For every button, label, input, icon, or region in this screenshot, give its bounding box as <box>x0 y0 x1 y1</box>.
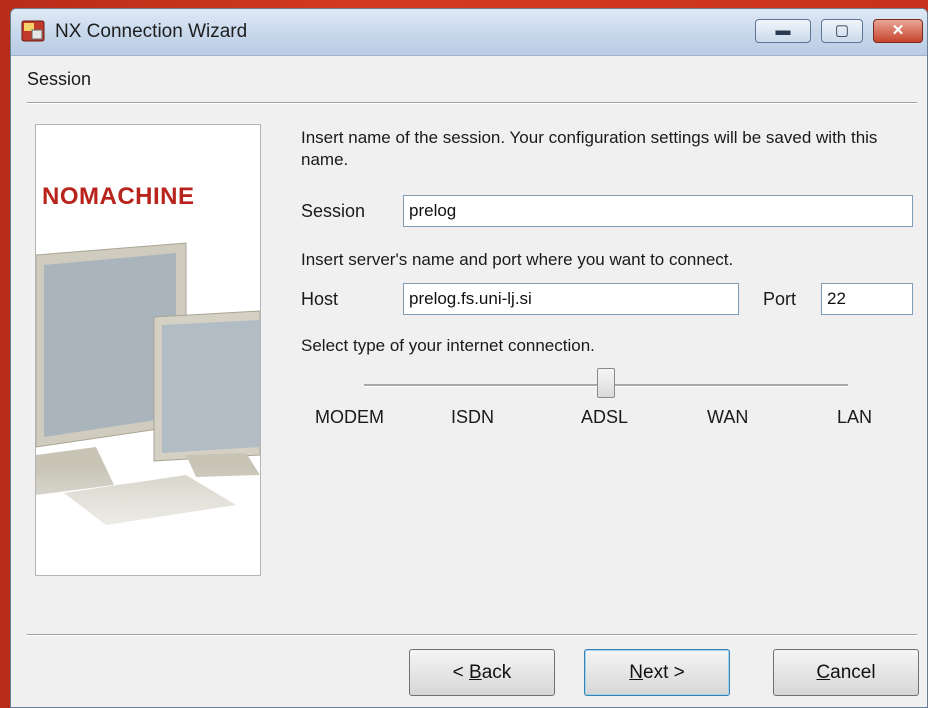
minimize-icon: ▬ <box>775 22 791 39</box>
port-input[interactable] <box>821 283 913 315</box>
next-mnemonic: N <box>629 662 643 683</box>
nx-app-icon <box>21 20 45 42</box>
minimize-button[interactable]: ▬ <box>755 19 811 43</box>
port-label: Port <box>763 289 797 309</box>
page-heading: Session <box>27 69 92 89</box>
close-icon: ✕ <box>891 22 905 39</box>
session-label: Session <box>301 201 366 221</box>
connection-instructions: Select type of your internet connection. <box>301 336 595 355</box>
next-button[interactable]: Next > <box>584 649 730 696</box>
maximize-button[interactable]: ▢ <box>821 19 863 43</box>
tick-label-wan: WAN <box>707 407 749 427</box>
host-label: Host <box>301 289 339 309</box>
header-divider <box>27 102 917 104</box>
tick-label-lan: LAN <box>837 407 873 427</box>
maximize-icon: ▢ <box>834 22 850 39</box>
wizard-banner: NOMACHINE <box>35 124 261 576</box>
back-button[interactable]: < Back <box>409 649 555 696</box>
tick-label-adsl: ADSL <box>581 407 629 427</box>
window-title: NX Connection Wizard <box>55 21 248 42</box>
monitors-illustration <box>36 242 260 575</box>
slider-thumb[interactable] <box>597 368 615 398</box>
cancel-mnemonic: C <box>816 662 831 683</box>
back-mnemonic: B <box>469 662 482 683</box>
cancel-button[interactable]: Cancel <box>773 649 919 696</box>
session-instructions: Insert name of the session. Your configu… <box>301 128 878 169</box>
close-button[interactable]: ✕ <box>873 19 923 43</box>
tick-label-isdn: ISDN <box>451 407 495 427</box>
host-instructions: Insert server's name and port where you … <box>301 250 734 269</box>
title-bar[interactable]: NX Connection Wizard ▬ ▢ ✕ <box>11 9 927 56</box>
footer-divider <box>27 634 917 636</box>
cancel-label-rest: ancel <box>830 662 876 683</box>
host-input[interactable] <box>403 283 739 315</box>
wizard-window: NX Connection Wizard ▬ ▢ ✕ Session NOMAC… <box>10 8 928 708</box>
tick-label-modem: MODEM <box>315 407 384 427</box>
next-label-rest: ext > <box>643 662 685 683</box>
session-name-input[interactable] <box>403 195 913 227</box>
back-label-rest: ack <box>481 662 512 683</box>
back-prefix: < <box>452 662 470 683</box>
